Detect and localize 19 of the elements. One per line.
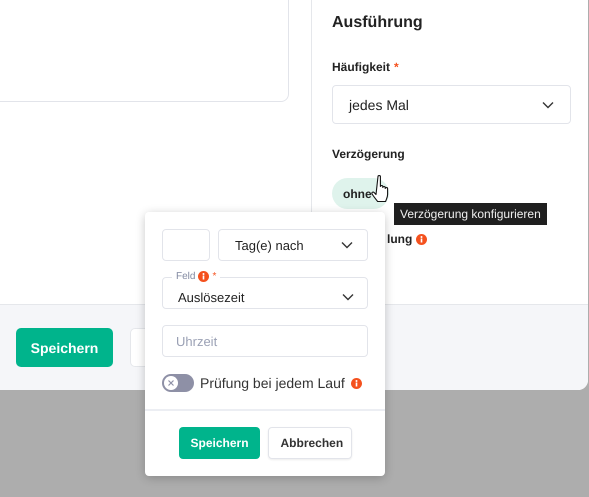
text-area[interactable] bbox=[0, 0, 289, 102]
field-label: lung bbox=[387, 232, 412, 246]
number-input[interactable] bbox=[162, 229, 210, 261]
required-mark: * bbox=[394, 60, 399, 74]
toggle-switch[interactable] bbox=[162, 374, 194, 392]
chevron-down-icon bbox=[342, 293, 354, 301]
chevron-down-icon bbox=[542, 100, 554, 108]
time-input[interactable]: Uhrzeit bbox=[162, 325, 368, 357]
section-title: Ausführung bbox=[332, 13, 424, 33]
frequency-select[interactable]: jedes Mal bbox=[332, 85, 571, 124]
cancel-button[interactable]: Abbrechen bbox=[268, 427, 352, 459]
field-select[interactable]: Feld * Auslösezeit bbox=[162, 271, 368, 309]
field-label: Verzögerung bbox=[332, 147, 405, 161]
x-icon bbox=[167, 379, 175, 387]
chevron-down-icon bbox=[341, 241, 353, 249]
field-label: Häufigkeit bbox=[332, 60, 390, 74]
toggle-label: Prüfung bei jedem Lauf bbox=[200, 375, 345, 391]
tooltip: Verzögerung konfigurieren bbox=[394, 203, 547, 225]
unit-select[interactable]: Tag(e) nach bbox=[218, 229, 368, 261]
